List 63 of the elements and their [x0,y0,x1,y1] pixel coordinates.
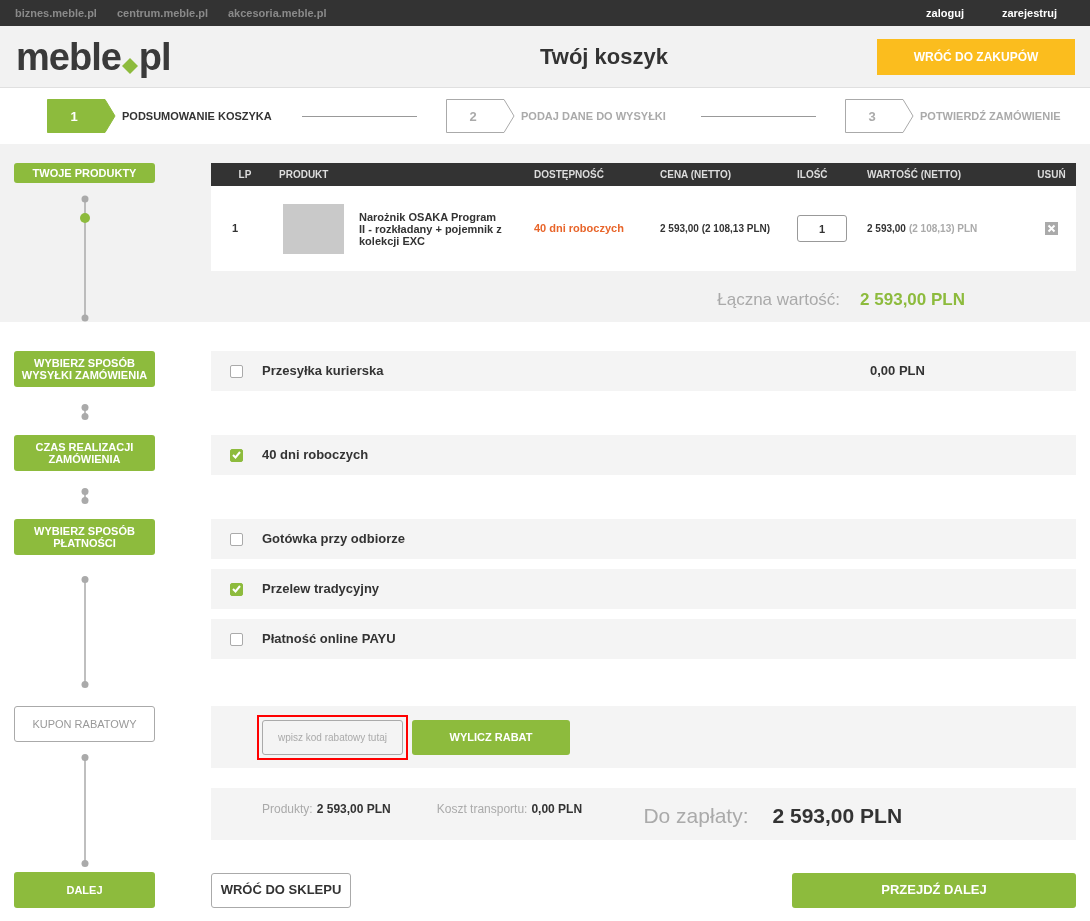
table-cell-text: 2 593,00 [867,222,906,236]
table-cell-text: 2 593,00 (2 108,13 PLN) [660,222,772,236]
option-label: 40 dni roboczych [262,446,370,465]
total-label: Łączna wartość: [717,289,841,312]
site-link[interactable]: akcesoria.meble.pl [228,4,327,22]
option-label: Gotówka przy odbiorze [262,530,406,549]
amount-due-value: 2 593,00 PLN [772,803,903,830]
availability-text: 40 dni roboczych [534,221,625,237]
step-number-badge: 1 [47,99,116,133]
logo-diamond-icon [121,57,138,74]
timeline-connector [80,404,89,420]
column-header: PRODUKT [279,168,330,182]
section-label: WYBIERZ SPOSÓB WYSYŁKI ZAMÓWIENIA [14,351,155,387]
account-link[interactable]: zaloguj [926,4,964,22]
column-header: ILOŚĆ [797,167,829,182]
logo-text: meble [16,37,121,76]
column-header: DOSTĘPNOŚĆ [534,167,605,182]
step-label[interactable]: PODSUMOWANIE KOSZYKA [122,107,292,125]
summary-value: 2 593,00 PLN [316,801,392,818]
site-link[interactable]: centrum.meble.pl [116,4,208,22]
photo-placeholder [283,203,344,254]
checkbox[interactable] [230,582,243,596]
column-header: WARTOŚĆ (NETTO) [867,167,963,182]
checkbox[interactable] [230,632,243,646]
section-label: TWOJE PRODUKTY [14,163,155,183]
product-name[interactable]: Narożnik OSAKA Program II - rozkładany + pojemnik z kolekcji EXC [359,210,504,247]
column-header: USUŃ [1036,167,1067,182]
back-to-shop-button[interactable]: WRÓĆ DO SKLEPU [211,872,351,908]
table-cell-text: (2 108,13) PLN [908,222,978,236]
summary-label: Koszt transportu: [436,801,528,818]
section-label: DALEJ [14,872,155,908]
timeline-connector [80,488,89,504]
coupon-code-field[interactable]: wpisz kod rabatowy tutaj [262,719,403,755]
amount-due-label: Do zapłaty: [643,803,749,830]
option-row[interactable]: Gotówka przy odbiorze [211,519,1076,559]
total-value: 2 593,00 PLN [860,289,965,312]
step-number-badge: 3 [845,99,914,133]
section-label: KUPON RABATOWY [14,706,155,742]
logo-text: pl [138,37,171,76]
checkbox[interactable] [230,448,243,462]
option-label: Płatność online PAYU [262,630,397,649]
remove-icon[interactable] [1045,222,1058,235]
section-label: WYBIERZ SPOSÓB PŁATNOŚCI [14,519,155,555]
option-row[interactable]: 40 dni roboczych [211,435,1076,475]
column-header: LP [237,168,253,182]
option-label: Przelew tradycyjny [262,580,381,599]
option-row[interactable]: Przelew tradycyjny [211,569,1076,609]
table-cell-text: 1 [231,221,240,237]
option-price: 0,00 PLN [870,362,925,381]
checkbox[interactable] [230,364,243,378]
option-row[interactable]: Płatność online PAYU [211,619,1076,659]
summary-value: 0,00 PLN [531,801,584,818]
page-title: Twój koszyk [539,43,669,71]
checkbox[interactable] [230,532,243,546]
option-label: Przesyłka kurierska [262,362,385,381]
column-header: CENA (NETTO) [660,168,733,182]
site-link[interactable]: biznes.meble.pl [15,4,97,22]
account-link[interactable]: zarejestruj [1001,4,1057,22]
option-row[interactable]: Przesyłka kurierska 0,00 PLN [211,351,1076,391]
step-number-badge: 2 [446,99,515,133]
quantity-field[interactable]: 1 [797,215,847,242]
section-label: CZAS REALIZACJI ZAMÓWIENIA [14,435,155,471]
summary-label: Produkty: [262,801,313,818]
